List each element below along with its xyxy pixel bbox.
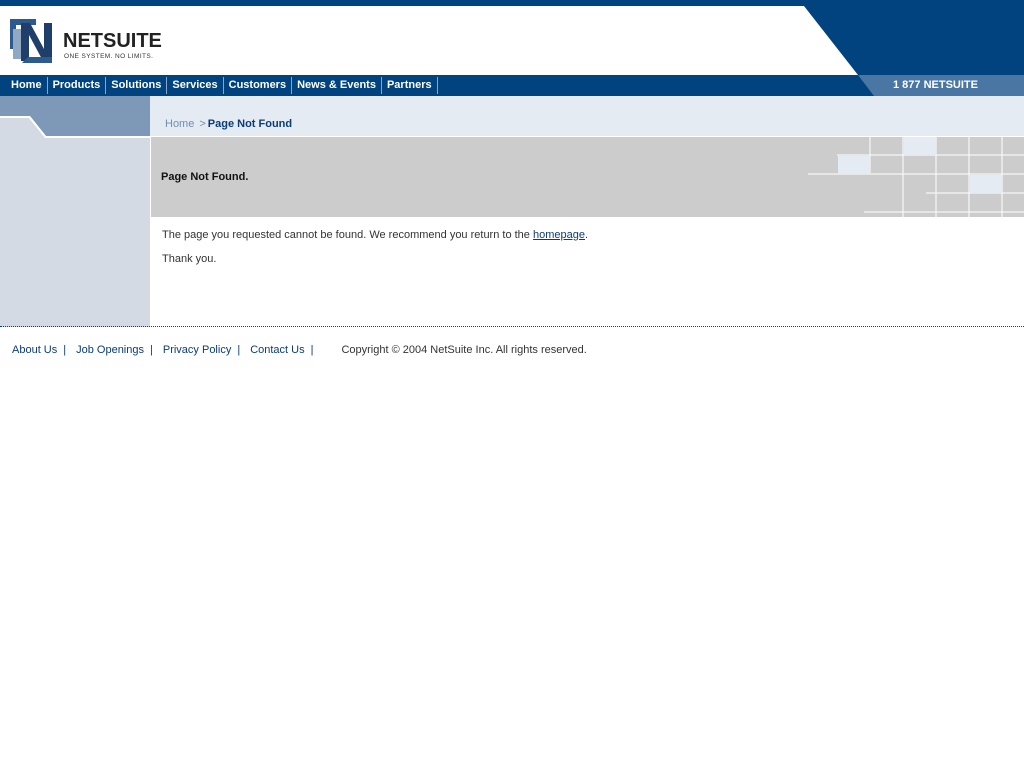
footer-separator: | (310, 344, 314, 356)
nav-partners[interactable]: Partners (382, 77, 438, 94)
message-end: . (584, 229, 589, 241)
logo-tagline: ONE SYSTEM. NO LIMITS. (64, 53, 154, 60)
footer-job-openings-link[interactable]: Job Openings (76, 344, 144, 356)
logo-word-net: NET (63, 30, 103, 52)
footer-privacy-policy-link[interactable]: Privacy Policy (163, 344, 231, 356)
footer: About Us | Job Openings | Privacy Policy | … (12, 344, 587, 356)
footer-divider (0, 326, 1024, 327)
nav-home[interactable]: Home (6, 77, 48, 94)
footer-about-us-link[interactable]: About Us (12, 344, 57, 356)
page-title: Page Not Found. (161, 171, 249, 183)
copyright-text: Copyright © 2004 NetSuite Inc. All right… (341, 344, 587, 356)
footer-contact-us-link[interactable]: Contact Us (250, 344, 304, 356)
nav-solutions[interactable]: Solutions (106, 77, 168, 94)
thanks-text: Thank you. (162, 253, 217, 265)
breadcrumb-bar: Home > Page Not Found (150, 96, 1024, 136)
nav-list: Home Products Solutions Services Custome… (6, 75, 438, 96)
message-text: The page you requested cannot be found. … (162, 229, 533, 241)
logo-word-suite: SUITE (103, 30, 162, 52)
nav-services[interactable]: Services (167, 77, 224, 94)
not-found-message: The page you requested cannot be found. … (162, 229, 1002, 242)
main-content: The page you requested cannot be found. … (162, 229, 1002, 277)
nav-customers[interactable]: Customers (224, 77, 293, 94)
nav-news-events[interactable]: News & Events (292, 77, 382, 94)
footer-separator: | (63, 344, 67, 356)
left-sidebar (0, 96, 150, 327)
title-band: Page Not Found. (151, 137, 1024, 217)
netsuite-logo-icon (10, 19, 54, 63)
header: NETSUITE ONE SYSTEM. NO LIMITS. (0, 6, 1024, 75)
main-nav: Home Products Solutions Services Custome… (0, 75, 1024, 96)
phone-number: 1 877 NETSUITE (893, 79, 978, 91)
sidebar-tab-shape (0, 96, 150, 138)
netsuite-logo[interactable]: NETSUITE ONE SYSTEM. NO LIMITS. (10, 19, 170, 65)
breadcrumb: Home > Page Not Found (165, 118, 292, 130)
nav-products[interactable]: Products (48, 77, 107, 94)
breadcrumb-home-link[interactable]: Home (165, 118, 194, 130)
breadcrumb-current: Page Not Found (207, 118, 293, 130)
breadcrumb-separator: > (199, 118, 206, 130)
logo-wordmark: NETSUITE (63, 31, 162, 51)
decorative-grid (808, 137, 1024, 217)
footer-separator: | (237, 344, 241, 356)
footer-separator: | (150, 344, 153, 356)
homepage-link[interactable]: homepage (533, 229, 585, 241)
